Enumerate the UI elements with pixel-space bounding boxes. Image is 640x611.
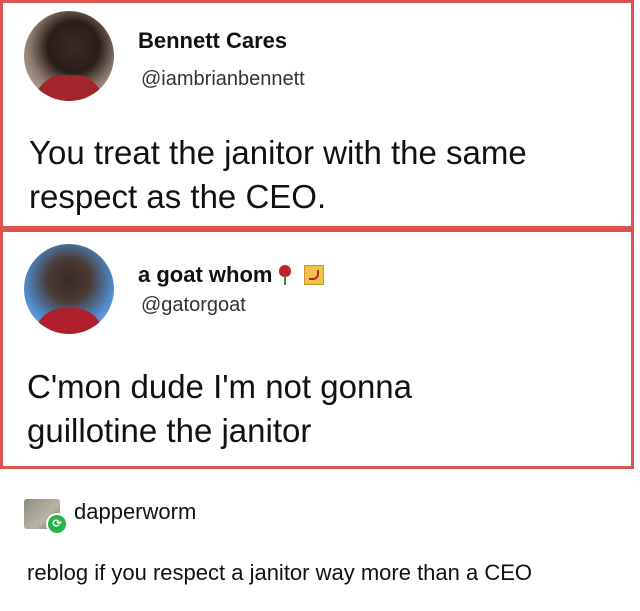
user-handle[interactable]: @iambrianbennett xyxy=(141,68,305,91)
display-name: a goat whom xyxy=(138,262,273,287)
tweet-card[interactable]: a goat whom @gatorgoat C'mon dude I'm no… xyxy=(0,229,634,469)
user-handle[interactable]: @gatorgoat xyxy=(141,294,246,317)
reblog-text: reblog if you respect a janitor way more… xyxy=(27,560,533,585)
rose-icon xyxy=(278,265,292,285)
reblog-icon: ⟳ xyxy=(46,513,68,535)
avatar[interactable] xyxy=(24,11,114,101)
display-name[interactable]: Bennett Cares xyxy=(138,28,287,54)
hammer-and-sickle-flag-icon xyxy=(304,265,325,285)
tweet-text: C'mon dude I'm not gonna guillotine the … xyxy=(27,368,413,449)
avatar[interactable] xyxy=(24,244,114,334)
reblog-post: ⟳ dapperworm reblog if you respect a jan… xyxy=(0,469,640,611)
tweet-text: You treat the janitor with the same resp… xyxy=(29,134,527,215)
display-name-row[interactable]: a goat whom xyxy=(138,262,325,288)
tweet-card[interactable]: Bennett Cares @iambrianbennett You treat… xyxy=(0,0,634,229)
reblog-username[interactable]: dapperworm xyxy=(74,499,196,525)
